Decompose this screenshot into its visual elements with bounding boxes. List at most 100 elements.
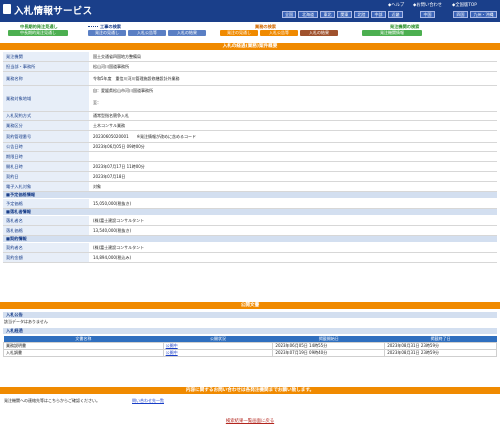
row-label: 担当部・事務所 (3, 62, 89, 71)
doc-name: 入札調書 (3, 349, 164, 357)
doc-start: 2023年06月05日 14時55分 (272, 342, 386, 350)
tab-service-notice[interactable]: 入札公告等 (260, 30, 298, 36)
row-value: 自：愛媛県松山市河川国道事務所 (93, 88, 153, 93)
summary-row: 落札者名 (株)富士建設コンサルタント (3, 216, 497, 226)
doc-start: 2023年07月19日 09時40分 (272, 349, 386, 357)
tab-construction-outlook[interactable]: 発注の見通し (88, 30, 126, 36)
summary-subheading: ■予定価格情報 (3, 192, 497, 198)
summary-row: 期限日時 (3, 152, 497, 162)
row-label: 入札契約方式 (3, 112, 89, 120)
summary-subheading: ■落札者情報 (3, 209, 497, 215)
row-label: 電子入札対象 (3, 182, 89, 191)
row-label: 予定価格 (3, 199, 89, 208)
row-label: 落札価格 (3, 226, 89, 235)
row-value: 2023年06月05日 09時00分 (93, 144, 145, 149)
back-to-results-link[interactable]: 検索結果一覧画面に戻る (0, 418, 500, 424)
summary-row: 落札価格 13,540,000(税抜き) (3, 226, 497, 236)
contact-link[interactable]: ◆お問い合わせ (413, 2, 442, 8)
summary-row: 入札契約方式 通常型指名競争入札 (3, 112, 497, 121)
summary-section-header: 入札の経過(業務)案件概要 (0, 43, 500, 50)
summary-row: 契約日 2023年07月18日 (3, 172, 497, 182)
region-tab-hokuriku[interactable]: 北陸 (354, 11, 369, 18)
summary-row: 業務区分 土木コンサル業務 (3, 121, 497, 131)
help-link[interactable]: ◆ヘルプ (388, 2, 404, 8)
summary-row: 契約者名 (株)富士建設コンサルタント (3, 243, 497, 253)
contact-list-link[interactable]: 問い合わせ先一覧 (132, 398, 164, 404)
summary-row: 契約金額 14,894,000(税込み) (3, 253, 497, 263)
tab-service-result[interactable]: 入札の結果 (300, 30, 338, 36)
row-value: 20230605020001 ※発注情報が改めに含めるコード (93, 134, 196, 139)
row-value: 松山河川国道事務所 (93, 64, 129, 69)
contact-section-title: 内容に関するお問い合わせは各発注機関までお願い致します。 (185, 388, 315, 393)
table-row: 業務説明書 公開中 2023年06月05日 14時55分 2023年08月31日… (3, 342, 497, 350)
contact-section-header: 内容に関するお問い合わせは各発注機関までお願い致します。 (0, 387, 500, 394)
doc-status-link[interactable]: 公開中 (162, 349, 274, 357)
row-label: 落札者名 (3, 216, 89, 225)
tab-service-outlook[interactable]: 発注の見通し (220, 30, 258, 36)
row-label: 契約日 (3, 172, 89, 181)
national-top-link[interactable]: ◆全国版TOP (452, 2, 477, 8)
doc-end: 2023年08月31日 23時59分 (384, 349, 497, 357)
doc-status-link[interactable]: 公開中 (162, 342, 274, 350)
notice-empty-text: 該当データはありません (4, 319, 48, 324)
tab-construction-result[interactable]: 入札の結果 (168, 30, 206, 36)
row-label: 業務区分 (3, 121, 89, 130)
nav-dots (88, 26, 98, 28)
contact-text: 発注機関への連絡先等はこちらからご確認ください。 (4, 398, 100, 403)
row-value: 令和5年度 重信川河川管理施設修繕設計外業務 (93, 76, 180, 81)
row-value: 通常型指名競争入札 (93, 113, 129, 118)
region-tab-tohoku[interactable]: 東北 (320, 11, 335, 18)
row-label: 契約管理番号 (3, 131, 89, 142)
row-label: 業務対象地域 (3, 86, 89, 111)
logo-icon (3, 4, 11, 14)
tab-construction-notice[interactable]: 入札公告等 (128, 30, 166, 36)
public-docs-title: 公開文書 (240, 303, 260, 308)
summary-row: 公告日時 2023年06月05日 09時00分 (3, 143, 497, 152)
row-label: 契約者名 (3, 243, 89, 252)
summary-row: 契約管理番号 20230605020001 ※発注情報が改めに含めるコード (3, 131, 497, 143)
summary-row: 予定価格 15,050,000(税抜き) (3, 199, 497, 209)
summary-table: 発注機関 国土交通省四国地方整備局 担当部・事務所 松山河川国道事務所 業務名称 令和5年… (3, 52, 497, 298)
doc-end: 2023年08月31日 23時59分 (384, 342, 497, 350)
row-value: 土木コンサル業務 (93, 123, 125, 128)
row-label: 開札日時 (3, 162, 89, 171)
row-value: 14,894,000(税込み) (93, 255, 132, 260)
row-value: 対象 (93, 184, 101, 189)
region-tab-kinki[interactable]: 近畿 (388, 11, 403, 18)
summary-row: 業務対象地域 自：愛媛県松山市河川国道事務所 至： (3, 86, 497, 112)
row-label: 契約金額 (3, 253, 89, 262)
region-tab-hokkaido[interactable]: 北海道 (298, 11, 318, 18)
row-value: 13,540,000(税抜き) (93, 228, 132, 233)
progress-subheading: 入札経過 (3, 328, 497, 334)
region-tab-chugoku[interactable]: 中国 (420, 11, 435, 18)
summary-section-title: 入札の経過(業務)案件概要 (222, 44, 278, 49)
public-docs-header: 公開文書 (0, 302, 500, 309)
summary-row: 業務名称 令和5年度 重信川河川管理施設修繕設計外業務 (3, 72, 497, 86)
summary-row: 電子入札対象 対象 (3, 182, 497, 192)
row-value: (株)富士建設コンサルタント (93, 218, 145, 223)
tab-longterm-outlook[interactable]: 中長期的発注見通し (8, 30, 68, 36)
region-tab-chubu[interactable]: 中部 (371, 11, 386, 18)
site-header: 入札情報サービス ◆ヘルプ ◆お問い合わせ ◆全国版TOP 全国 北海道 東北 … (0, 0, 500, 22)
row-label: 期限日時 (3, 152, 89, 161)
row-label: 業務名称 (3, 72, 89, 85)
row-value-secondary: 至： (93, 100, 101, 105)
row-value: 国土交通省四国地方整備局 (93, 54, 141, 59)
summary-row: 発注機関 国土交通省四国地方整備局 (3, 52, 497, 62)
row-label: 公告日時 (3, 143, 89, 151)
row-label: 発注機関 (3, 52, 89, 61)
row-value: 15,050,000(税抜き) (93, 201, 132, 206)
site-title: 入札情報サービス (14, 6, 93, 17)
table-row: 入札調書 公開中 2023年07月19日 09時40分 2023年08月31日 … (3, 349, 497, 357)
region-tab-shikoku[interactable]: 四国 (453, 11, 468, 18)
region-tab-kyushu[interactable]: 九州・沖縄 (470, 11, 497, 18)
summary-subheading: ■契約情報 (3, 236, 497, 242)
row-value: (株)富士建設コンサルタント (93, 245, 145, 250)
region-tab-kanto[interactable]: 関東 (337, 11, 352, 18)
region-tab-zenkoku[interactable]: 全国 (282, 11, 296, 18)
summary-row: 担当部・事務所 松山河川国道事務所 (3, 62, 497, 72)
tab-agency-info[interactable]: 発注機関情報 (362, 30, 422, 36)
documents-table: 文書名称 公開状況 掲載開始日 掲載終了日 業務説明書 公開中 2023年06月… (3, 336, 497, 357)
doc-name: 業務説明書 (3, 342, 164, 350)
summary-row: 開札日時 2023年07月17日 11時00分 (3, 162, 497, 172)
